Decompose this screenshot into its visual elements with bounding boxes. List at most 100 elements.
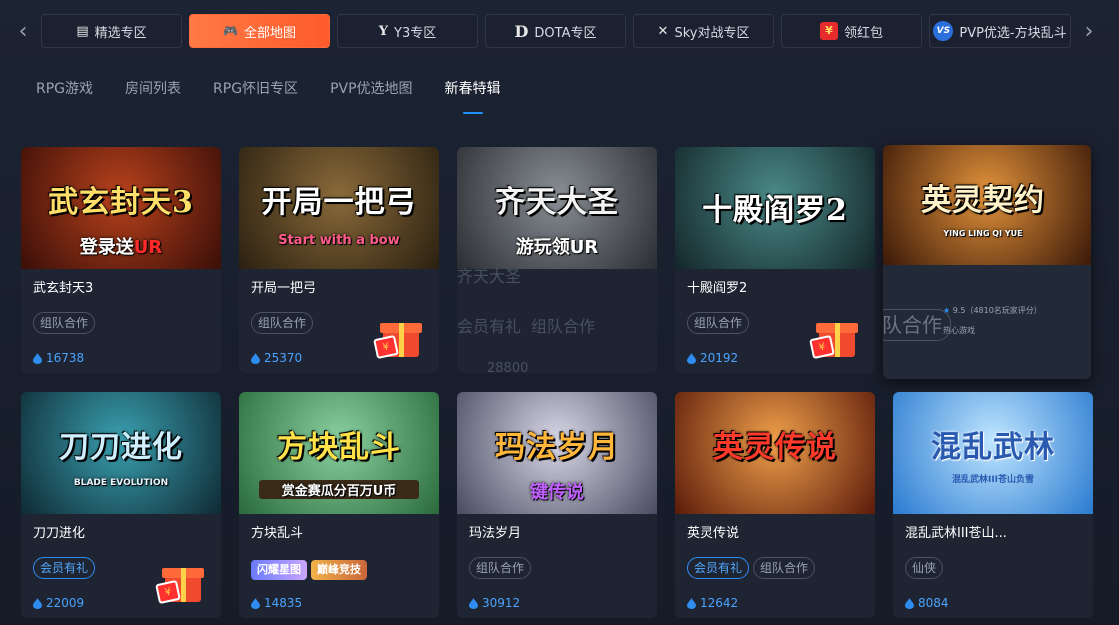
play-count: 28800	[487, 361, 529, 373]
tag-vip-gift: 会员有礼	[687, 557, 750, 579]
tag-row: 会员有礼 组队合作	[457, 317, 596, 336]
badge-peak-competition: 巅峰竞技	[311, 560, 367, 580]
thumbnail-title: 十殿阎罗2	[702, 193, 848, 228]
category-label: PVP优选-方块乱斗	[959, 25, 1067, 41]
gift-box-icon: ¥	[809, 317, 861, 361]
gamepad-icon: 🎮	[223, 24, 238, 38]
thumbnail-title: 武玄封天3	[48, 185, 194, 220]
tag-team-coop: 组队合作	[687, 312, 750, 334]
category-y3[interactable]: Y Y3专区	[337, 14, 478, 48]
dota-logo-icon: D	[514, 21, 529, 41]
game-thumbnail: 方块乱斗 赏金赛瓜分百万U币	[239, 392, 439, 514]
tag-team-coop: 组队合作	[753, 557, 816, 579]
thumbnail-subtitle: 赏金赛瓜分百万U币	[259, 480, 419, 499]
game-thumbnail: 开局一把弓 Start with a bow	[239, 147, 439, 269]
flame-icon	[33, 597, 42, 609]
play-count: 25370	[251, 351, 302, 365]
game-card-fangkuai[interactable]: 方块乱斗 赏金赛瓜分百万U币 方块乱斗 闪耀星图 巅峰竞技 14835	[239, 392, 439, 618]
flame-icon	[687, 597, 696, 609]
category-featured[interactable]: ▤ 精选专区	[41, 14, 182, 48]
y3-logo-icon: Y	[378, 23, 389, 39]
play-count: 22009	[33, 596, 84, 610]
rating-text: ★ 9.5（4810名玩家评分）	[943, 306, 1042, 315]
game-card-mafa[interactable]: 玛法岁月 键传说 玛法岁月 组队合作 30912	[457, 392, 657, 618]
category-pvp[interactable]: VS PVP优选-方块乱斗	[929, 14, 1071, 48]
thumbnail-title: 方块乱斗	[277, 430, 401, 465]
game-thumbnail: 武玄封天3 登录送UR	[21, 147, 221, 269]
game-thumbnail: 齐天大圣 游玩领UR	[457, 147, 657, 269]
game-name: 齐天大圣	[457, 267, 522, 286]
sub-tabs: RPG游戏 房间列表 RPG怀旧专区 PVP优选地图 新春特辑	[36, 78, 501, 114]
thumbnail-subtitle: 游玩领UR	[515, 237, 599, 258]
scroll-right-arrow-icon[interactable]: ›	[1078, 16, 1100, 48]
tag-vip-gift: 会员有礼	[33, 557, 96, 579]
game-name: 混乱武林III苍山...	[905, 526, 1007, 541]
category-bar: ‹ ▤ 精选专区 🎮 全部地图 Y Y3专区 D DOTA专区 ✕ Sky对战专…	[0, 0, 1119, 64]
play-count: 30912	[469, 596, 520, 610]
vs-icon: VS	[933, 21, 954, 41]
category-label: DOTA专区	[534, 25, 597, 41]
game-card-yingling-qiyue[interactable]: 英灵契约 YING LING QI YUE 队合作 ★ 9.5（4810名玩家评…	[883, 145, 1091, 379]
game-thumbnail: 刀刀进化 BLADE EVOLUTION	[21, 392, 221, 514]
category-dota[interactable]: D DOTA专区	[485, 14, 626, 48]
game-card-wuxuan[interactable]: 武玄封天3 登录送UR 武玄封天3 组队合作 16738	[21, 147, 221, 373]
thumbnail-title: 玛法岁月	[495, 430, 619, 465]
game-card-shidian[interactable]: 十殿阎罗2 十殿阎罗2 组队合作 20192 ¥	[675, 147, 875, 373]
tag-xianxia: 仙侠	[905, 557, 944, 579]
game-thumbnail: 玛法岁月 键传说	[457, 392, 657, 514]
category-label: Sky对战专区	[674, 25, 750, 41]
thumbnail-title: 英灵传说	[713, 430, 837, 465]
tab-rpg-classic[interactable]: RPG怀旧专区	[213, 78, 298, 108]
featured-icon: ▤	[76, 23, 89, 39]
thumbnail-subtitle: 混乱武林III苍山负雪	[951, 475, 1035, 485]
crossed-swords-icon: ✕	[657, 23, 669, 39]
play-count: 16738	[33, 351, 84, 365]
thumbnail-subtitle: BLADE EVOLUTION	[73, 478, 169, 488]
game-card-yingling-chuanshuo[interactable]: 英灵传说 英灵传说 会员有礼 组队合作 12642	[675, 392, 875, 618]
game-card-hunluan[interactable]: 混乱武林 混乱武林III苍山负雪 混乱武林III苍山... 仙侠 8084	[893, 392, 1093, 618]
thumbnail-subtitle: YING LING QI YUE	[943, 229, 1023, 238]
red-envelope-icon: ¥	[819, 22, 838, 40]
tab-room-list[interactable]: 房间列表	[125, 78, 181, 108]
tag-team-coop: 组队合作	[33, 312, 96, 334]
game-thumbnail: 混乱武林 混乱武林III苍山负雪	[893, 392, 1093, 514]
gift-box-icon: ¥	[155, 562, 207, 606]
thumbnail-title: 混乱武林	[931, 430, 1055, 465]
flame-icon	[251, 352, 260, 364]
flame-icon	[687, 352, 696, 364]
thumbnail-subtitle: 键传说	[530, 482, 584, 503]
game-card-bow[interactable]: 开局一把弓 Start with a bow 开局一把弓 组队合作 25370 …	[239, 147, 439, 373]
tab-spring-festival[interactable]: 新春特辑	[445, 78, 501, 114]
play-count: 12642	[687, 596, 738, 610]
thumbnail-subtitle: 登录送UR	[79, 237, 163, 258]
game-name: 刀刀进化	[33, 526, 86, 541]
play-count: 20192	[687, 351, 738, 365]
game-card-qitian[interactable]: 齐天大圣 游玩领UR 齐天大圣 会员有礼 组队合作 28800	[457, 147, 657, 373]
star-icon: ★	[943, 306, 951, 315]
tab-rpg-games[interactable]: RPG游戏	[36, 78, 93, 108]
category-all-maps[interactable]: 🎮 全部地图	[189, 14, 330, 48]
play-count: 14835	[251, 596, 302, 610]
scroll-left-arrow-icon[interactable]: ‹	[12, 16, 34, 48]
tab-pvp-maps[interactable]: PVP优选地图	[330, 78, 412, 108]
game-thumbnail: 英灵契约 YING LING QI YUE	[883, 145, 1091, 265]
flame-icon	[33, 352, 42, 364]
game-card-daodao[interactable]: 刀刀进化 BLADE EVOLUTION 刀刀进化 会员有礼 22009 ¥	[21, 392, 221, 618]
game-name: 玛法岁月	[469, 526, 522, 541]
category-sky[interactable]: ✕ Sky对战专区	[633, 14, 774, 48]
gift-box-icon: ¥	[373, 317, 425, 361]
flame-icon	[905, 597, 914, 609]
tag-team-coop: 组队合作	[469, 557, 532, 579]
category-label: 领红包	[843, 25, 883, 41]
category-red-envelope[interactable]: ¥ 领红包	[781, 14, 922, 48]
game-thumbnail: 英灵传说	[675, 392, 875, 514]
game-name: 十殿阎罗2	[687, 281, 748, 296]
thumbnail-title: 开局一把弓	[261, 185, 417, 220]
tag-team-coop: 组队合作	[251, 312, 314, 334]
thumbnail-subtitle: Start with a bow	[278, 233, 400, 248]
game-name: 方块乱斗	[251, 526, 304, 541]
flame-icon	[469, 597, 478, 609]
play-count: 8084	[905, 596, 949, 610]
badge-shining-star: 闪耀星图	[251, 560, 307, 580]
flame-icon	[251, 597, 260, 609]
